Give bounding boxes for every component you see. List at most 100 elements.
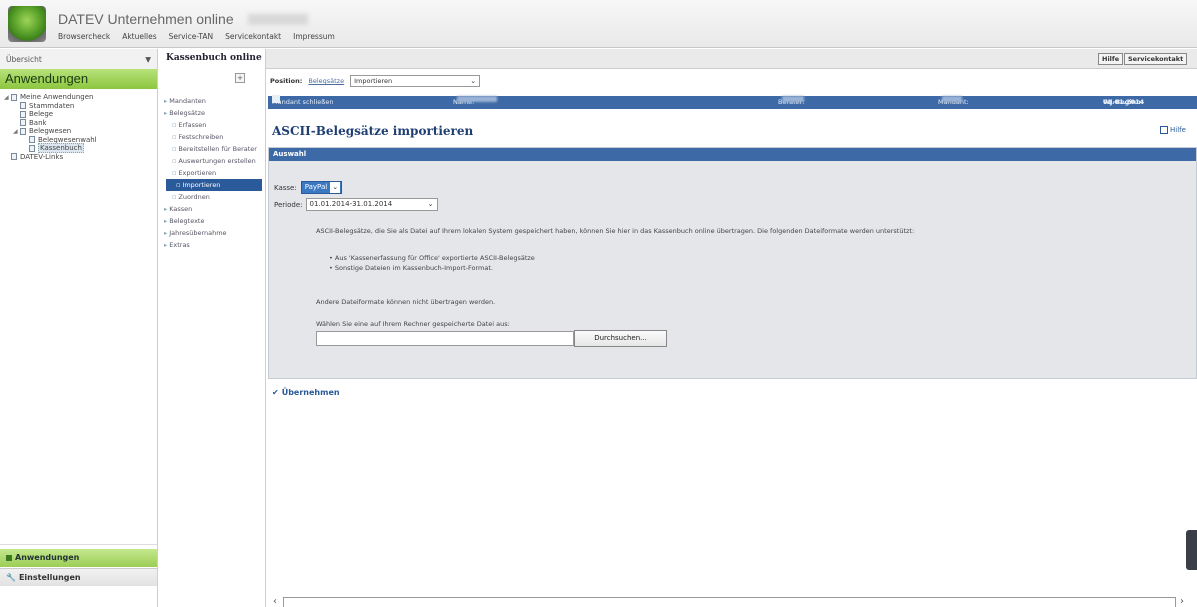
bullet-icon: ▸: [164, 241, 168, 249]
tree-item[interactable]: ◢ Meine Anwendungen: [4, 93, 157, 102]
collapse-toggle[interactable]: +: [235, 73, 245, 83]
tree-item[interactable]: Stammdaten: [4, 102, 157, 111]
tree-item[interactable]: Bank: [4, 119, 157, 128]
file-prompt: Wählen Sie eine auf Ihrem Rechner gespei…: [316, 320, 510, 328]
expand-icon[interactable]: ◢: [4, 94, 11, 101]
module-nav-item[interactable]: ▸ Belegtexte: [162, 215, 264, 227]
wrench-icon: 🔧: [6, 572, 16, 582]
datev-logo: [8, 6, 46, 42]
nav-impressum[interactable]: Impressum: [293, 32, 335, 41]
position-select[interactable]: Importieren ⌄: [350, 75, 481, 87]
document-icon: [29, 136, 35, 144]
module-nav-item[interactable]: ▫ Bereitstellen für Berater: [162, 143, 264, 155]
page-title: ASCII-Belegsätze importieren: [272, 124, 474, 138]
help-button[interactable]: Hilfe: [1098, 53, 1124, 65]
module-nav-item-label: Zuordnen: [178, 193, 210, 201]
period-row: Periode: 01.01.2014-31.01.2014 ⌄: [274, 198, 438, 211]
module-nav-item[interactable]: ▫ Festschreiben: [162, 131, 264, 143]
tree-item-label: Belege: [29, 110, 54, 119]
splitter[interactable]: [0, 544, 157, 548]
top-nav: Browsercheck Aktuelles Service-TAN Servi…: [58, 32, 335, 41]
module-nav-item-label: Festschreiben: [178, 133, 224, 141]
selection-panel: Auswahl Kasse: PayPal ⌄ Periode: 01.01.2…: [268, 147, 1197, 379]
module-nav-item-label: Belegsätze: [169, 109, 205, 117]
bullet-icon: ▸: [164, 205, 168, 213]
bullet-icon: ▫: [172, 157, 177, 165]
wj-value: 01.01.2014: [1103, 98, 1145, 106]
module-nav-item[interactable]: ▸ Belegsätze: [162, 107, 264, 119]
page-help-link[interactable]: Hilfe: [1160, 126, 1186, 134]
breadcrumb-belegsaetze[interactable]: Belegsätze: [308, 77, 344, 85]
register-select-value: PayPal: [304, 183, 328, 191]
expand-icon[interactable]: ◢: [13, 128, 20, 135]
module-nav-item[interactable]: ▸ Kassen: [162, 203, 264, 215]
bullet-icon: ▫: [172, 133, 177, 141]
apply-button[interactable]: ✔ Übernehmen: [272, 388, 340, 397]
nav-aktuelles[interactable]: Aktuelles: [122, 32, 156, 41]
scroll-right-icon[interactable]: ›: [1180, 596, 1184, 607]
bullet-icon: ▫: [172, 193, 177, 201]
selection-panel-heading: Auswahl: [269, 148, 1196, 161]
pin-icon[interactable]: ▼: [145, 55, 151, 64]
position-label: Position:: [270, 77, 303, 85]
bullet-icon: ▫: [172, 121, 177, 129]
tree-item[interactable]: DATEV-Links: [4, 153, 157, 162]
horizontal-scrollbar[interactable]: [283, 597, 1176, 607]
mandant-blurred: [942, 96, 962, 102]
bullet-icon: ▸: [164, 217, 168, 225]
module-nav-item-label: Auswertungen erstellen: [178, 157, 256, 165]
position-row: Position: Belegsätze Importieren ⌄: [270, 75, 481, 87]
module-nav-item-label: Mandanten: [169, 97, 206, 105]
bullet-icon: ▸: [164, 229, 168, 237]
other-formats-text: Andere Dateiformate können nicht übertra…: [316, 298, 496, 306]
module-nav-item[interactable]: ▫ Importieren: [166, 179, 262, 191]
module-nav-item[interactable]: ▫ Auswertungen erstellen: [162, 155, 264, 167]
tree-item-label: Kassenbuch: [38, 143, 84, 154]
apply-label: Übernehmen: [281, 388, 340, 397]
period-select-value: 01.01.2014-31.01.2014: [309, 200, 393, 208]
module-nav-item[interactable]: ▫ Exportieren: [162, 167, 264, 179]
module-nav-item-label: Exportieren: [178, 169, 217, 177]
file-path-input[interactable]: [316, 331, 574, 346]
nav-settings[interactable]: 🔧 Einstellungen: [0, 568, 157, 586]
nav-browsercheck[interactable]: Browsercheck: [58, 32, 110, 41]
position-select-value: Importieren: [354, 77, 393, 85]
tree-item[interactable]: Belege: [4, 110, 157, 119]
module-nav-item-label: Jahresübernahme: [169, 229, 227, 237]
scroll-left-icon[interactable]: ‹: [273, 596, 277, 607]
module-nav-item[interactable]: ▸ Extras: [162, 239, 264, 251]
document-icon: [11, 153, 17, 161]
servicekontakt-button[interactable]: Servicekontakt: [1124, 53, 1188, 65]
period-select[interactable]: 01.01.2014-31.01.2014 ⌄: [305, 198, 438, 211]
module-nav-item-label: Kassen: [169, 205, 193, 213]
close-client-label: Mandant schließen: [272, 98, 334, 106]
module-nav-item[interactable]: ▫ Zuordnen: [162, 191, 264, 203]
document-icon: [20, 110, 26, 118]
module-nav-item[interactable]: ▸ Mandanten: [162, 95, 264, 107]
nav-applications[interactable]: Anwendungen: [0, 549, 157, 567]
browse-button[interactable]: Durchsuchen...: [574, 330, 667, 347]
bullet-icon: ▸: [164, 97, 168, 105]
module-nav-item-label: Erfassen: [178, 121, 207, 129]
tree-item-label: Bank: [29, 118, 47, 127]
nav-servicekontakt[interactable]: Servicekontakt: [225, 32, 281, 41]
feedback-tab[interactable]: [1186, 530, 1197, 570]
bullet-icon: ▸: [164, 109, 168, 117]
nav-applications-label: Anwendungen: [15, 553, 80, 562]
nav-service-tan[interactable]: Service-TAN: [169, 32, 213, 41]
applications-icon: [6, 555, 12, 561]
register-select[interactable]: PayPal ⌄: [300, 181, 343, 194]
content-toolbar: [266, 49, 1197, 69]
module-nav-item[interactable]: ▸ Jahresübernahme: [162, 227, 264, 239]
module-nav-item-label: Importieren: [182, 181, 221, 189]
module-nav-item[interactable]: ▫ Erfassen: [162, 119, 264, 131]
format-item-1: • Aus 'Kassenerfassung für Office' expor…: [329, 254, 535, 262]
tree-item[interactable]: ◢ Belegwesen: [4, 127, 157, 136]
document-icon: [29, 144, 35, 152]
app-title: DATEV Unternehmen online: [58, 11, 234, 27]
tree-item-label: Meine Anwendungen: [20, 93, 94, 102]
overview-label[interactable]: Übersicht: [6, 55, 42, 64]
app-tree: ◢ Meine Anwendungen Stammdaten Belege Bank ◢ B…: [0, 89, 157, 161]
tree-item[interactable]: Kassenbuch: [4, 143, 157, 154]
chevron-down-icon: ⌄: [427, 200, 434, 208]
